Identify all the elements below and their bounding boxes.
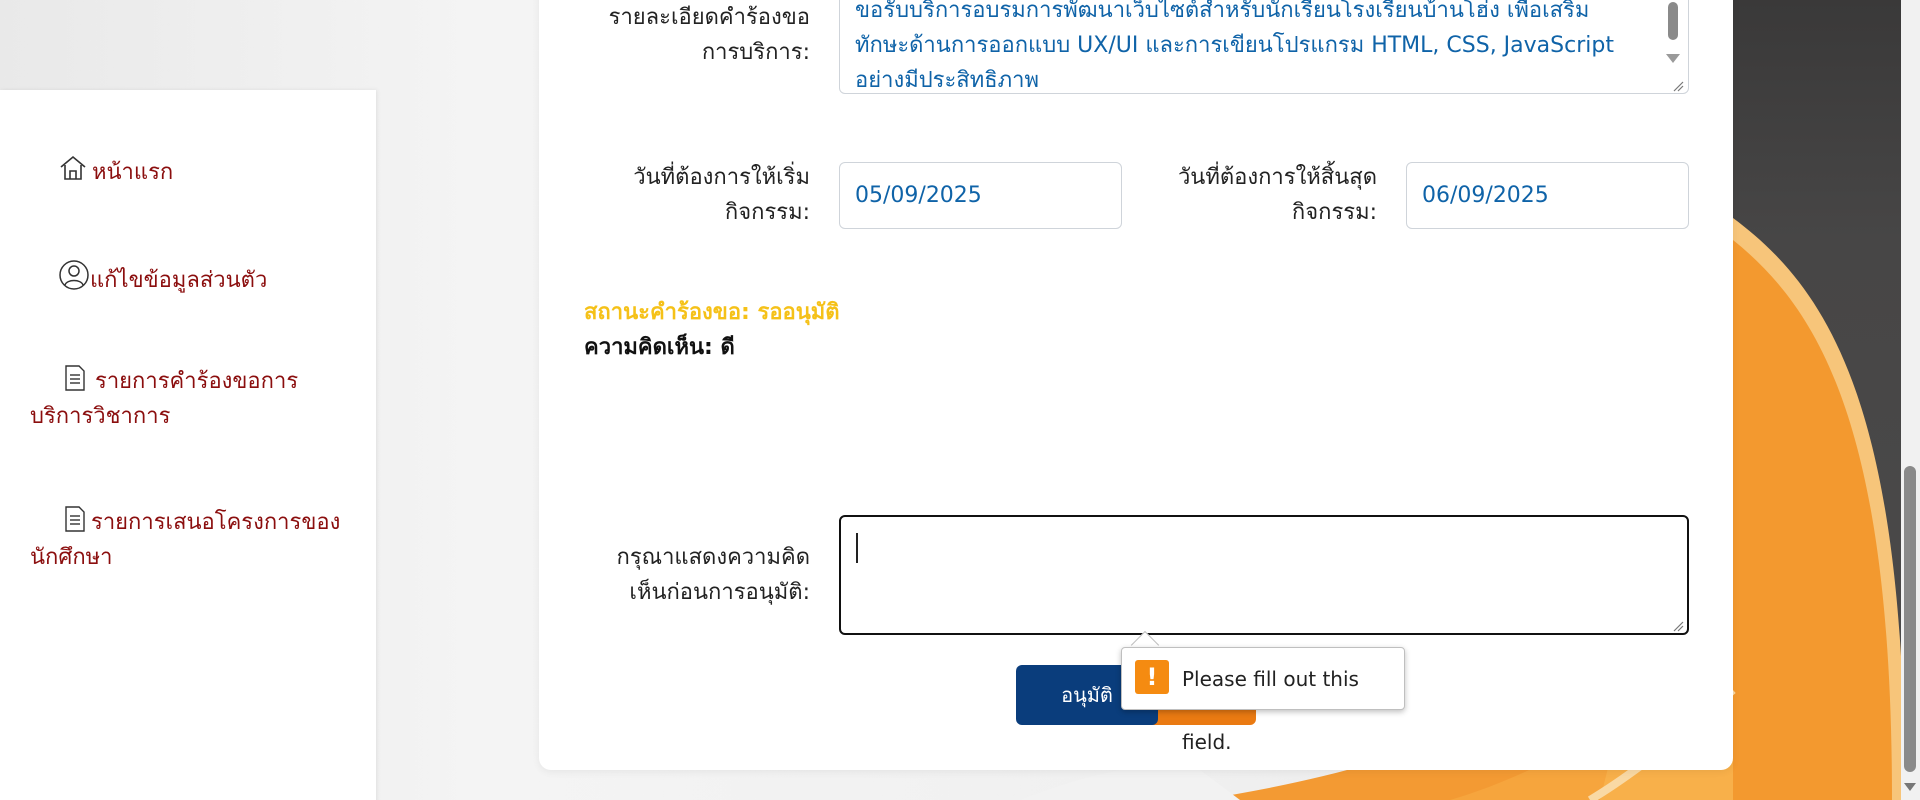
document-list-icon xyxy=(65,506,85,532)
sidebar-item-label-line2: นักศึกษา xyxy=(30,545,113,570)
home-icon xyxy=(60,155,86,180)
textarea-scroll-down-arrow[interactable] xyxy=(1666,54,1680,63)
request-status: สถานะคำร้องขอ: รออนุมัติ xyxy=(584,300,840,325)
sidebar-item-label: หน้าแรก xyxy=(92,160,174,185)
sidebar-item-label-line2: บริการวิชาการ xyxy=(30,404,171,429)
end-date-input[interactable]: 06/09/2025 xyxy=(1406,162,1689,229)
textarea-scrollbar-thumb[interactable] xyxy=(1668,2,1678,40)
sidebar-item-label: แก้ไขข้อมูลส่วนตัว xyxy=(90,268,268,293)
sidebar-item-service-requests[interactable]: รายการคำร้องขอการ บริการวิชาการ xyxy=(30,364,360,434)
user-circle-icon xyxy=(59,260,89,290)
end-date-label: วันที่ต้องการให้สิ้นสุด กิจกรรม: xyxy=(1177,165,1377,225)
start-date-input[interactable]: 05/09/2025 xyxy=(839,162,1122,229)
page-scrollbar-thumb[interactable] xyxy=(1904,466,1916,772)
approval-comment-textarea[interactable] xyxy=(839,515,1689,635)
text-caret xyxy=(856,533,858,563)
page-scroll-down-arrow[interactable] xyxy=(1904,783,1916,791)
comment-resize-handle[interactable] xyxy=(1672,620,1684,632)
sidebar-item-label: รายการเสนอโครงการของ xyxy=(91,510,341,535)
warning-icon: ! xyxy=(1135,660,1169,694)
existing-comment: ความคิดเห็น: ดี xyxy=(584,335,735,360)
start-date-label: วันที่ต้องการให้เริ่ม กิจกรรม: xyxy=(633,165,810,225)
sidebar-item-label: รายการคำร้องขอการ xyxy=(95,369,299,394)
textarea-resize-handle[interactable] xyxy=(1672,80,1684,92)
approval-comment-label: กรุณาแสดงความคิด เห็นก่อนการอนุมัติ: xyxy=(616,545,810,605)
detail-label: รายละเอียดคำร้องขอ การบริการ: xyxy=(608,5,810,65)
sidebar xyxy=(0,90,376,800)
sidebar-item-student-projects[interactable]: รายการเสนอโครงการของ นักศึกษา xyxy=(30,505,360,575)
background-dark-panel xyxy=(1733,0,1901,800)
sidebar-item-home[interactable]: หน้าแรก xyxy=(30,153,360,190)
request-detail-textarea[interactable]: ขอรับบริการอบรมการพัฒนาเว็บไซต์สำหรับนัก… xyxy=(839,0,1689,94)
document-list-icon xyxy=(65,365,85,391)
sidebar-item-profile[interactable]: แก้ไขข้อมูลส่วนตัว xyxy=(30,259,360,298)
